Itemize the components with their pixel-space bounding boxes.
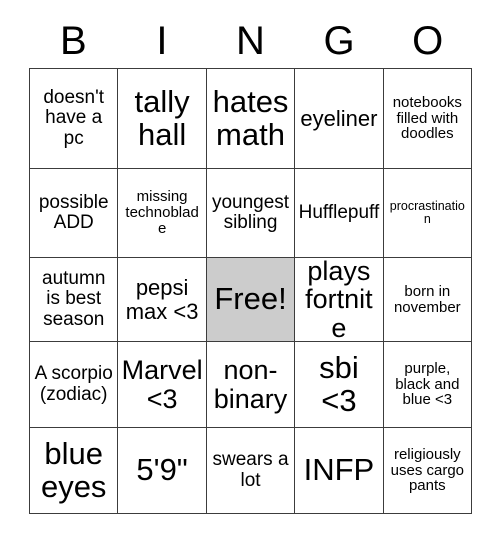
bingo-cell-label: notebooks filled with doodles [392, 93, 462, 143]
bingo-cell-b1[interactable]: doesn't have a pc [30, 69, 119, 169]
bingo-cell-label: purple, black and blue <3 [395, 359, 460, 409]
bingo-grid: doesn't have a pc tally hall hates math … [29, 68, 473, 514]
bingo-cell-i3[interactable]: pepsi max <3 [118, 258, 207, 342]
header-letter-g: G [323, 19, 355, 63]
bingo-cell-label: possible ADD [38, 191, 109, 233]
bingo-row-4: A scorpio (zodiac) Marvel <3 non-binary … [30, 342, 473, 428]
bingo-cell-i2[interactable]: missing technoblade [118, 169, 207, 258]
bingo-cell-o2[interactable]: procrastination [383, 169, 473, 258]
bingo-cell-g2[interactable]: Hufflepuff [295, 169, 384, 258]
bingo-cell-label: doesn't have a pc [43, 87, 105, 149]
bingo-cell-label: Marvel <3 [121, 354, 203, 414]
bingo-cell-i1[interactable]: tally hall [118, 69, 207, 169]
bingo-cell-n4[interactable]: non-binary [206, 342, 296, 428]
bingo-cell-label: Hufflepuff [298, 201, 380, 223]
bingo-cell-i5[interactable]: 5'9" [118, 428, 207, 514]
bingo-cell-label: youngest sibling [211, 191, 290, 233]
bingo-cell-n1[interactable]: hates math [206, 69, 296, 169]
bingo-row-1: doesn't have a pc tally hall hates math … [30, 69, 473, 169]
bingo-cell-label: 5'9" [136, 452, 188, 488]
bingo-row-5: blue eyes 5'9" swears a lot INFP religio… [30, 428, 473, 514]
bingo-cell-label: pepsi max <3 [125, 275, 199, 324]
bingo-cell-free-space[interactable]: Free! [206, 258, 296, 342]
bingo-cell-o3[interactable]: born in november [383, 258, 473, 342]
bingo-cell-label: sbi <3 [319, 349, 359, 418]
bingo-cell-g5[interactable]: INFP [295, 428, 384, 514]
bingo-cell-label: A scorpio (zodiac) [34, 363, 113, 405]
bingo-cell-label: hates math [212, 83, 289, 152]
bingo-cell-label: eyeliner [300, 105, 378, 131]
header-letter-o: O [412, 19, 444, 63]
bingo-cell-label: tally hall [134, 83, 190, 152]
bingo-cell-label: born in november [393, 282, 461, 316]
bingo-cell-o5[interactable]: religiously uses cargo pants [383, 428, 473, 514]
bingo-header-row: B I N G O [29, 14, 472, 68]
bingo-cell-i4[interactable]: Marvel <3 [118, 342, 207, 428]
bingo-cell-g4[interactable]: sbi <3 [295, 342, 384, 428]
bingo-cell-b4[interactable]: A scorpio (zodiac) [30, 342, 119, 428]
bingo-cell-label: procrastination [389, 198, 465, 226]
bingo-cell-label: plays fortnite [305, 258, 373, 342]
bingo-cell-g1[interactable]: eyeliner [295, 69, 384, 169]
header-letter-b: B [59, 19, 87, 63]
bingo-cell-n5[interactable]: swears a lot [206, 428, 296, 514]
bingo-cell-b2[interactable]: possible ADD [30, 169, 119, 258]
bingo-cell-label: Free! [214, 281, 287, 317]
bingo-cell-n2[interactable]: youngest sibling [206, 169, 296, 258]
bingo-cell-label: blue eyes [40, 435, 107, 504]
bingo-cell-label: non-binary [213, 354, 288, 414]
bingo-cell-label: INFP [303, 452, 375, 488]
bingo-cell-label: religiously uses cargo pants [390, 445, 465, 495]
header-letter-i: I [156, 19, 168, 63]
bingo-row-2: possible ADD missing technoblade younges… [30, 169, 473, 258]
bingo-card: B I N G O doesn't have a pc tally hall h… [29, 14, 473, 514]
bingo-row-3: autumn is best season pepsi max <3 Free!… [30, 258, 473, 342]
header-letter-n: N [236, 19, 265, 63]
bingo-cell-o1[interactable]: notebooks filled with doodles [383, 69, 473, 169]
bingo-cell-o4[interactable]: purple, black and blue <3 [383, 342, 473, 428]
bingo-cell-label: autumn is best season [42, 268, 106, 330]
bingo-cell-b3[interactable]: autumn is best season [30, 258, 119, 342]
bingo-cell-label: swears a lot [212, 449, 289, 491]
bingo-cell-label: missing technoblade [125, 188, 199, 237]
bingo-cell-g3[interactable]: plays fortnite [295, 258, 384, 342]
bingo-cell-b5[interactable]: blue eyes [30, 428, 119, 514]
